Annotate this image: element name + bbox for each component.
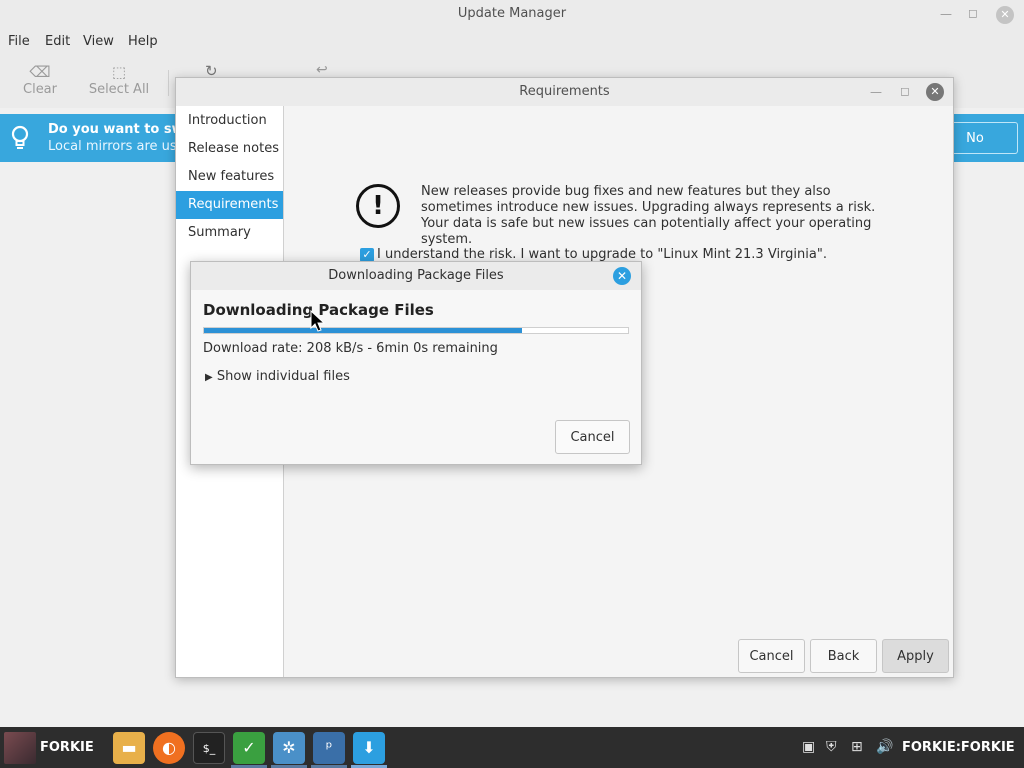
clear-label: Clear [23,82,57,97]
requirements-titlebar: Requirements — ◻ ✕ [176,78,953,106]
python-icon[interactable]: ᵖ [313,732,345,764]
infobar-title: Do you want to swit [48,122,195,137]
install-icon[interactable]: ↩ [316,62,328,78]
toolbar-separator [168,70,169,96]
window-title: Update Manager [457,6,567,21]
maximize-icon[interactable]: ◻ [968,6,978,20]
select-all-icon: ⬚ [111,63,127,81]
close-icon[interactable]: ✕ [926,83,944,101]
start-menu-label[interactable]: FORKIE [40,740,94,755]
lightbulb-icon [10,125,30,151]
progress-fill [204,328,522,333]
sidebar-item-new-features[interactable]: New features [176,163,283,191]
menu-view[interactable]: View [83,34,114,49]
clear-button[interactable]: ⌫ Clear [5,62,75,97]
main-titlebar: Update Manager — ◻ ✕ [0,0,1024,30]
network-icon[interactable]: ⊞ [851,739,863,755]
minimize-icon[interactable]: — [870,85,882,99]
files-icon[interactable]: ▬ [113,732,145,764]
backspace-icon: ⌫ [29,63,51,81]
apply-button[interactable]: Apply [882,639,949,673]
back-button[interactable]: Back [810,639,877,673]
firefox-icon[interactable]: ◐ [153,732,185,764]
settings-icon[interactable]: ✲ [273,732,305,764]
clipboard-icon[interactable]: ▣ [802,739,815,755]
download-rate: Download rate: 208 kB/s - 6min 0s remain… [203,341,498,356]
risk-checkbox-label[interactable]: I understand the risk. I want to upgrade… [377,247,827,262]
taskbar: FORKIE ▬ ◐ $_ ✓ ✲ ᵖ ⬇ ▣ ⛨ ⊞ 🔊 FORKIE:FOR… [0,727,1024,768]
select-all-button[interactable]: ⬚ Select All [84,62,154,97]
show-files-expander[interactable]: ▶ Show individual files [205,369,350,384]
requirements-title: Requirements [519,84,610,99]
maximize-icon[interactable]: ◻ [900,84,910,98]
menu-help[interactable]: Help [128,34,158,49]
cancel-button[interactable]: Cancel [738,639,805,673]
download-titlebar: Downloading Package Files ✕ [191,262,641,290]
infobar-subtitle: Local mirrors are usu [48,139,185,154]
minimize-icon[interactable]: — [940,7,952,21]
risk-checkbox[interactable]: ✓ [360,248,374,262]
user-label[interactable]: FORKIE:FORKIE [902,740,1015,755]
sidebar-item-summary[interactable]: Summary [176,219,283,247]
warning-icon: ! [356,184,400,228]
mouse-cursor-icon [310,309,326,336]
terminal-icon[interactable]: $_ [193,732,225,764]
security-icon[interactable]: ⛨ [826,739,837,755]
download-title: Downloading Package Files [328,268,504,283]
sidebar-item-requirements[interactable]: Requirements [176,191,283,219]
expander-triangle-icon: ▶ [205,372,213,383]
update-manager-icon[interactable]: ⬇ [353,732,385,764]
menu-edit[interactable]: Edit [45,34,70,49]
volume-icon[interactable]: 🔊 [876,739,893,755]
download-cancel-button[interactable]: Cancel [555,420,630,454]
sidebar-item-release-notes[interactable]: Release notes [176,135,283,163]
progress-bar [203,327,629,334]
show-files-label: Show individual files [216,369,350,384]
select-all-label: Select All [88,82,150,97]
shield-icon[interactable]: ✓ [233,732,265,764]
download-dialog: Downloading Package Files ✕ Downloading … [190,261,642,465]
close-icon[interactable]: ✕ [996,6,1014,24]
start-menu-avatar[interactable] [4,732,36,764]
menubar: File Edit View Help [0,30,1024,56]
menu-file[interactable]: File [8,34,30,49]
warning-text: New releases provide bug fixes and new f… [421,184,876,247]
close-icon[interactable]: ✕ [613,267,631,285]
sidebar-item-introduction[interactable]: Introduction [176,107,283,135]
